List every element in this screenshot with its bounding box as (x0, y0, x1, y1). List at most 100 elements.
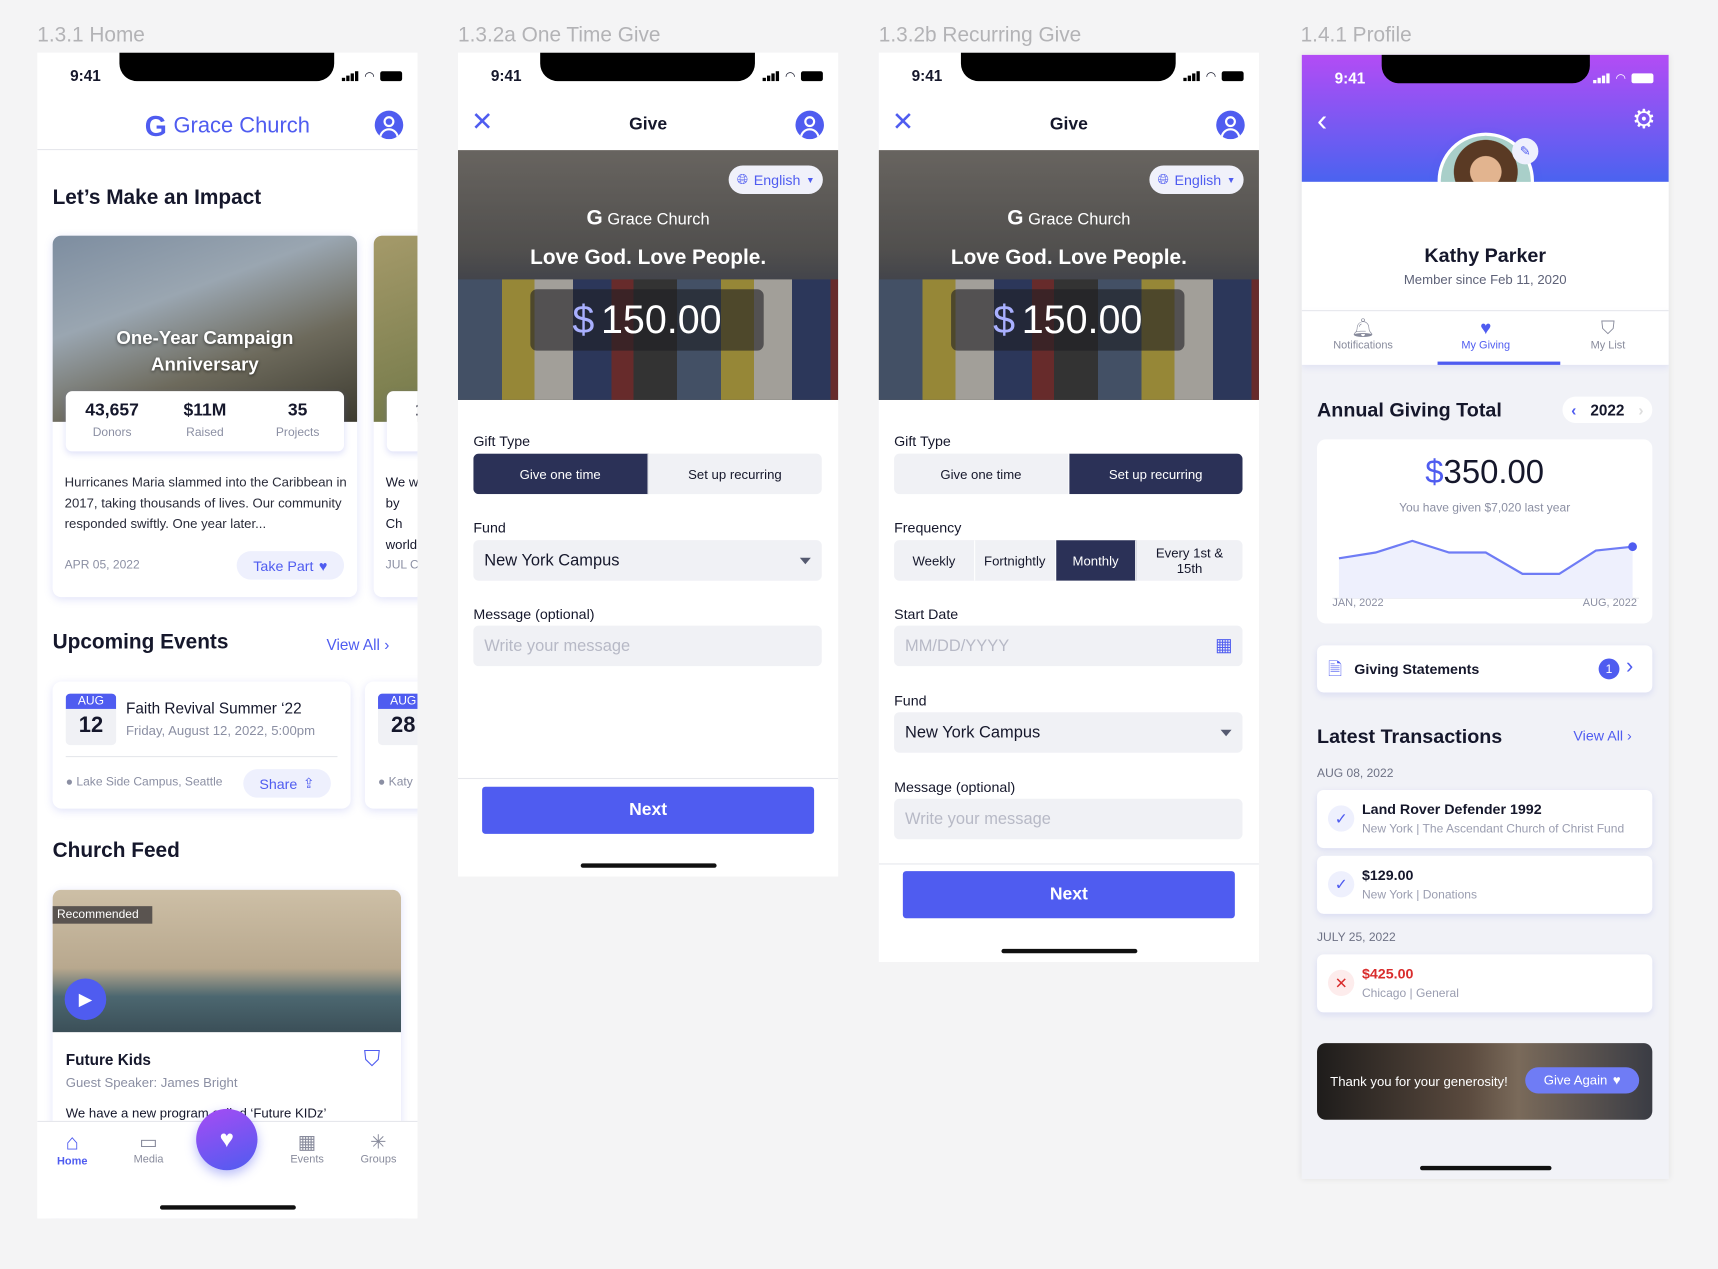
frequency-monthly[interactable]: Monthly (1055, 540, 1137, 581)
frequency-segmented: Weekly Fortnightly Monthly Every 1st & 1… (894, 540, 1243, 581)
message-input[interactable]: Write your message (894, 798, 1243, 840)
give-hero: 🌐︎ English ▼ G Grace Church Love God. Love… (878, 150, 1259, 400)
transaction-item[interactable]: ✕ $425.00 Chicago | General (1317, 954, 1653, 1013)
battery-icon (800, 71, 823, 82)
divider (65, 756, 338, 758)
play-icon: ▶ (78, 990, 93, 1010)
transaction-item[interactable]: ✓ Land Rover Defender 1992 New York | Th… (1317, 789, 1653, 849)
next-button[interactable]: Next (482, 786, 815, 834)
transaction-title: $129.00 (1361, 866, 1414, 884)
stat-donors: 43,657 Donors (85, 401, 139, 440)
giving-statements-row[interactable]: 🗎︎ Giving Statements 1 › (1317, 645, 1653, 693)
next-button[interactable]: Next (902, 871, 1235, 919)
gift-type-label: Gift Type (894, 432, 951, 450)
frequency-fortnightly[interactable]: Fortnightly (975, 540, 1056, 581)
play-button[interactable]: ▶ (64, 978, 107, 1021)
edit-pencil-icon[interactable]: ✎ (1512, 138, 1539, 165)
profile-avatar-icon[interactable] (1216, 110, 1245, 140)
transaction-date-header: AUG 08, 2022 (1317, 766, 1394, 781)
frequency-weekly[interactable]: Weekly (894, 540, 975, 581)
profile-name: Kathy Parker (1424, 244, 1547, 267)
campaign-date: JUL C (385, 558, 418, 572)
language-selector[interactable]: 🌐︎ English ▼ (728, 165, 823, 194)
campaign-stats: 43,657 Donors $11M Raised 35 Projects (65, 391, 345, 452)
giving-hand-heart-icon: ♥ (1480, 317, 1492, 339)
tab-media[interactable]: ▭ Media (134, 1131, 164, 1166)
recommended-badge: Recommended (52, 906, 152, 924)
amount-display[interactable]: $150.00 (951, 289, 1185, 351)
tab-my-list[interactable]: ⛉ My List (1547, 318, 1669, 352)
feed-subtitle: Guest Speaker: James Bright (65, 1074, 238, 1091)
chart-x-start: JAN, 2022 (1332, 597, 1384, 610)
status-icons: ◠ (763, 69, 823, 83)
campaign-title: One-Year Campaign Anniversary (116, 327, 294, 375)
signal-icon (763, 71, 780, 82)
tab-home[interactable]: ⌂ Home (57, 1131, 87, 1168)
campaign-card-2[interactable]: 1 We w by Ch world JUL C (373, 235, 418, 598)
give-again-button[interactable]: Give Again ♥ (1525, 1067, 1640, 1094)
tab-events[interactable]: ▦ Events (290, 1131, 324, 1166)
divider (878, 863, 1259, 865)
event-date-badge: AUG 12 (65, 693, 117, 746)
back-chevron-icon[interactable]: ‹ (1317, 105, 1327, 136)
event-location: ● Lake Side Campus, Seattle (65, 775, 223, 789)
tab-groups[interactable]: ✳ Groups (360, 1131, 396, 1166)
profile-avatar-icon[interactable] (374, 110, 404, 140)
language-selector[interactable]: 🌐︎ English ▼ (1149, 165, 1244, 194)
location-pin-icon: ● (65, 775, 74, 789)
fund-select[interactable]: New York Campus (894, 712, 1243, 753)
frequency-1st-15th[interactable]: Every 1st & 15th (1137, 540, 1243, 581)
start-date-input[interactable]: MM/DD/YYYY ▦ (894, 625, 1243, 667)
gift-type-one-time[interactable]: Give one time (894, 453, 1069, 495)
chevron-right-icon[interactable]: › (1638, 401, 1643, 419)
event-card-2[interactable]: AUG 28 ● Katy (364, 681, 418, 809)
take-part-button[interactable]: Take Part ♥ (236, 551, 345, 580)
tab-my-giving[interactable]: ♥ My Giving (1424, 318, 1547, 352)
brand-logo: G Grace Church (37, 110, 417, 144)
tab-notifications[interactable]: 🔔︎ Notifications (1302, 318, 1425, 352)
gift-type-recurring[interactable]: Set up recurring (1068, 453, 1243, 495)
campaign-card[interactable]: One-Year Campaign Anniversary 43,657 Dono… (52, 235, 358, 598)
campaign-stats: 1 (386, 391, 418, 452)
settings-gear-icon[interactable]: ⚙ (1632, 107, 1656, 133)
giving-hand-heart-icon: ♥ (219, 1125, 234, 1153)
battery-icon (380, 71, 403, 82)
transactions-view-all-link[interactable]: View All › (1573, 728, 1631, 744)
chevron-left-icon[interactable]: ‹ (1571, 401, 1576, 419)
events-view-all-link[interactable]: View All › (327, 636, 390, 654)
caret-down-icon: ▼ (1226, 174, 1236, 185)
check-icon: ✓ (1327, 871, 1355, 898)
gift-type-recurring[interactable]: Set up recurring (648, 454, 822, 495)
share-button[interactable]: Share ⇪ (243, 769, 331, 798)
banner-text: Thank you for your generosity! (1330, 1073, 1508, 1090)
message-input[interactable]: Write your message (473, 625, 822, 667)
give-fab-button[interactable]: ♥ (196, 1108, 258, 1171)
divider (458, 777, 839, 780)
calendar-icon[interactable]: ▦ (1215, 634, 1233, 656)
gift-type-one-time[interactable]: Give one time (473, 453, 649, 495)
fund-select[interactable]: New York Campus (473, 540, 822, 581)
event-title: Faith Revival Summer ‘22 (126, 699, 302, 717)
profile-avatar-icon[interactable] (795, 110, 824, 140)
chevron-right-icon: › (1627, 727, 1632, 744)
bell-icon: 🔔︎ (1351, 317, 1375, 339)
g-logo-icon: G (144, 109, 167, 143)
notch (540, 52, 755, 82)
heart-icon: ♥ (318, 557, 328, 574)
signal-icon (1183, 71, 1201, 82)
gift-type-label: Gift Type (473, 432, 531, 450)
monitor-icon: ▭ (139, 1130, 158, 1153)
chart-endpoint (1628, 542, 1637, 552)
event-card[interactable]: AUG 12 Faith Revival Summer ‘22 Friday, … (52, 681, 351, 809)
globe-icon: 🌐︎ (736, 170, 749, 188)
divider (37, 149, 418, 151)
status-time: 9:41 (911, 66, 943, 85)
campaign-date: APR 05, 2022 (64, 558, 140, 572)
transaction-item[interactable]: ✓ $129.00 New York | Donations (1317, 855, 1653, 914)
bookmark-icon[interactable]: ⛉ (364, 1047, 380, 1072)
document-icon: 🗎︎ (1327, 660, 1343, 680)
amount-display[interactable]: $150.00 (530, 289, 764, 351)
home-indicator (1001, 948, 1138, 954)
tagline: Love God. Love People. (950, 246, 1187, 270)
year-selector[interactable]: ‹ 2022 › (1562, 396, 1653, 423)
